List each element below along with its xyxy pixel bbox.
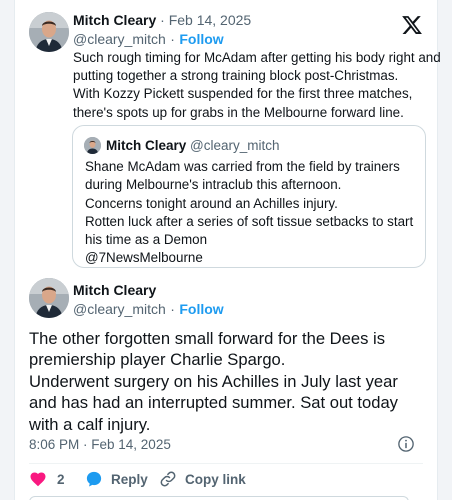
tweet-text-line: Such rough timing for McAdam after getti… xyxy=(73,50,441,65)
tweet-text-line: with a calf injury. xyxy=(29,414,151,434)
quote-text-line: Shane McAdam was carried from the field … xyxy=(85,159,400,174)
quote-author-name: Mitch Cleary xyxy=(106,138,187,153)
quote-text-line: @7NewsMelbourne xyxy=(85,250,203,266)
heart-icon xyxy=(30,472,46,487)
quote-avatar xyxy=(84,137,101,154)
avatar[interactable] xyxy=(29,12,69,52)
reply-icon xyxy=(86,471,102,487)
follow-button[interactable]: Follow xyxy=(179,31,223,47)
quote-text-line: Concerns tonight around an Achilles inju… xyxy=(85,195,338,211)
author-handle[interactable]: @cleary_mitch xyxy=(73,31,166,47)
separator-dot: · xyxy=(170,31,175,47)
quote-text: Shane McAdam was carried from the field … xyxy=(85,158,413,268)
copy-link-label: Copy link xyxy=(185,471,246,487)
reply-label: Reply xyxy=(111,471,148,487)
handle-row: @cleary_mitch · Follow xyxy=(73,301,224,319)
next-card-edge xyxy=(29,496,409,500)
handle-row: @cleary_mitch · Follow xyxy=(73,31,224,49)
quote-text-line: Rotten luck after a series of soft tissu… xyxy=(85,213,414,229)
quote-text-line: his time as a Demon xyxy=(85,232,208,248)
tweet-text: Such rough timing for McAdam after getti… xyxy=(73,49,441,122)
quote-text-line: during Melbourne's intraclub this aftern… xyxy=(85,177,342,193)
reply-button[interactable]: Reply xyxy=(85,470,148,488)
avatar[interactable] xyxy=(29,278,69,318)
tweet-text-line: and has had an interrupted summer. Sat o… xyxy=(29,393,398,413)
tweet-text-line: With Kozzy Pickett suspended for the fir… xyxy=(73,86,413,102)
tweet2-header: Mitch Cleary xyxy=(73,282,156,300)
divider xyxy=(29,463,423,464)
x-logo-icon[interactable] xyxy=(401,14,423,36)
tweet-text-line: there's spots up for grabs in the Melbou… xyxy=(73,104,404,120)
author-handle[interactable]: @cleary_mitch xyxy=(73,301,166,317)
author-name[interactable]: Mitch Cleary xyxy=(73,282,156,298)
tweet-text-line: The other forgotten small forward for th… xyxy=(29,329,386,348)
link-icon xyxy=(160,471,176,487)
like-button[interactable]: 2 xyxy=(29,470,65,488)
action-bar: 2 Reply Copy link xyxy=(29,470,409,490)
quoted-tweet[interactable]: Mitch Cleary @cleary_mitch Shane McAdam … xyxy=(72,125,426,268)
copy-link-button[interactable]: Copy link xyxy=(159,470,246,488)
main-tweet-text: The other forgotten small forward for th… xyxy=(29,328,398,435)
tweet-text-line: Underwent surgery on his Achilles in Jul… xyxy=(29,371,398,391)
info-icon[interactable] xyxy=(397,435,415,453)
tweet-timestamp[interactable]: 8:06 PM · Feb 14, 2025 xyxy=(29,437,171,452)
embedded-tweet-card: Mitch Cleary · Feb 14, 2025 @cleary_mitc… xyxy=(14,0,441,500)
follow-button[interactable]: Follow xyxy=(179,301,223,317)
quote-author-handle: @cleary_mitch xyxy=(190,138,280,153)
quote-header: Mitch Cleary @cleary_mitch xyxy=(106,138,280,153)
like-count: 2 xyxy=(57,471,65,487)
tweet-text-line: putting together a strong training block… xyxy=(73,68,399,84)
author-name[interactable]: Mitch Cleary xyxy=(73,12,156,28)
tweet-header: Mitch Cleary · Feb 14, 2025 xyxy=(73,12,251,28)
tweet-text-line: premiership player Charlie Spargo. xyxy=(29,350,286,370)
tweet-date[interactable]: · Feb 14, 2025 xyxy=(160,12,251,28)
separator-dot: · xyxy=(170,301,175,317)
